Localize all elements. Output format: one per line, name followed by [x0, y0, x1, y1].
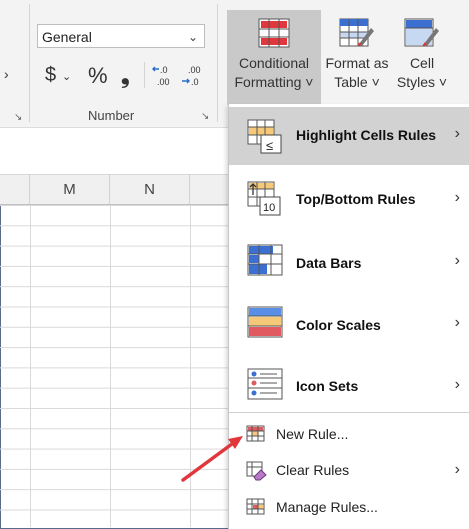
menu-item-label: Manage Rules... — [276, 499, 378, 515]
ribbon-separator — [217, 4, 218, 122]
chevron-right-icon: › — [454, 314, 460, 331]
conditional-formatting-label-1: Conditional — [238, 55, 310, 71]
menu-item-top-bottom-rules[interactable]: 10 Top/Bottom Rules › — [229, 169, 469, 227]
svg-text:.0: .0 — [191, 77, 199, 87]
column-header-m[interactable]: M — [30, 175, 110, 205]
column-header-n[interactable]: N — [110, 175, 190, 205]
ribbon-separator — [29, 4, 30, 122]
format-as-table-label-1: Format as — [325, 55, 389, 71]
chevron-right-icon: › — [454, 376, 460, 393]
decrease-decimal-icon: .00 .0 — [182, 65, 201, 87]
conditional-formatting-icon — [258, 18, 290, 48]
menu-item-highlight-cells-rules[interactable]: ≤ Highlight Cells Rules › — [229, 107, 469, 165]
menu-item-data-bars[interactable]: Data Bars › — [229, 232, 469, 290]
highlight-cells-icon: ≤ — [247, 119, 282, 154]
comma-style-button[interactable]: ❟ — [121, 63, 130, 89]
conditional-formatting-menu: ≤ Highlight Cells Rules › 10 Top/Bottom … — [228, 104, 469, 529]
menu-item-label: Data Bars — [296, 255, 362, 271]
conditional-formatting-label-2: Formatting ˅ — [234, 74, 314, 90]
data-bars-icon — [247, 244, 283, 276]
svg-text:.00: .00 — [188, 65, 201, 75]
menu-item-label: Clear Rules — [276, 462, 350, 478]
menu-item-label: Color Scales — [296, 317, 381, 333]
top-bottom-icon: 10 — [247, 181, 281, 216]
chevron-right-icon: › — [454, 461, 460, 478]
menu-item-color-scales[interactable]: Color Scales › — [229, 294, 469, 352]
menu-item-label: Icon Sets — [296, 378, 359, 394]
number-dialog-launcher-icon[interactable]: ↘ — [201, 111, 209, 122]
menu-item-new-rule[interactable]: New Rule... — [229, 417, 469, 453]
menu-item-manage-rules[interactable]: Manage Rules... — [229, 490, 469, 526]
manage-rules-icon — [246, 498, 265, 515]
ribbon-separator — [144, 62, 145, 88]
new-rule-icon — [246, 425, 265, 442]
grid-line — [110, 205, 111, 527]
svg-text:.0: .0 — [160, 65, 168, 75]
svg-text:10: 10 — [263, 202, 275, 214]
increase-decimal-button[interactable]: .0 .00 — [150, 63, 176, 95]
clear-rules-icon — [246, 461, 267, 481]
menu-item-label: Highlight Cells Rules — [296, 127, 437, 143]
menu-item-icon-sets[interactable]: Icon Sets › — [229, 356, 469, 414]
cell-styles-icon — [404, 18, 439, 47]
dialog-launcher-icon[interactable]: ↘ — [14, 112, 22, 123]
column-header-o[interactable] — [190, 175, 230, 205]
menu-item-clear-rules[interactable]: Clear Rules › — [229, 453, 469, 489]
chevron-right-icon: › — [454, 189, 460, 206]
percent-button[interactable]: % — [88, 63, 108, 89]
chevron-down-icon: ⌄ — [187, 30, 198, 44]
format-as-table-label-2: Table ˅ — [334, 74, 380, 90]
grid-line — [190, 205, 191, 527]
conditional-formatting-button[interactable]: Conditional Formatting ˅ — [227, 10, 321, 105]
cell-styles-label-1: Cell — [409, 55, 435, 71]
format-as-table-icon — [339, 18, 374, 47]
menu-item-label: Top/Bottom Rules — [296, 191, 416, 207]
number-format-value: General — [42, 29, 92, 45]
grid-line — [30, 205, 31, 527]
menu-item-label: New Rule... — [276, 426, 349, 442]
more-chevron-icon[interactable]: › — [4, 66, 9, 82]
currency-dropdown-icon[interactable]: ⌄ — [62, 70, 71, 83]
icon-sets-icon — [247, 368, 283, 400]
chevron-right-icon: › — [454, 252, 460, 269]
format-as-table-button[interactable]: Format as Table ˅ — [322, 10, 392, 92]
decrease-decimal-button[interactable]: .00 .0 — [180, 63, 206, 95]
worksheet-grid[interactable] — [0, 205, 232, 527]
column-header-blank[interactable] — [0, 175, 30, 205]
number-group-label: Number — [88, 108, 135, 123]
number-format-dropdown[interactable]: General ⌄ — [37, 24, 205, 48]
cell-styles-button[interactable]: Cell Styles ˅ — [393, 10, 451, 92]
chevron-right-icon: › — [454, 125, 460, 142]
svg-text:≤: ≤ — [266, 138, 273, 153]
color-scales-icon — [247, 306, 283, 338]
cell-styles-label-2: Styles ˅ — [396, 74, 448, 90]
menu-separator — [229, 412, 469, 413]
svg-text:.00: .00 — [157, 77, 170, 87]
currency-button[interactable]: $ — [45, 64, 56, 87]
increase-decimal-icon: .0 .00 — [152, 65, 170, 87]
